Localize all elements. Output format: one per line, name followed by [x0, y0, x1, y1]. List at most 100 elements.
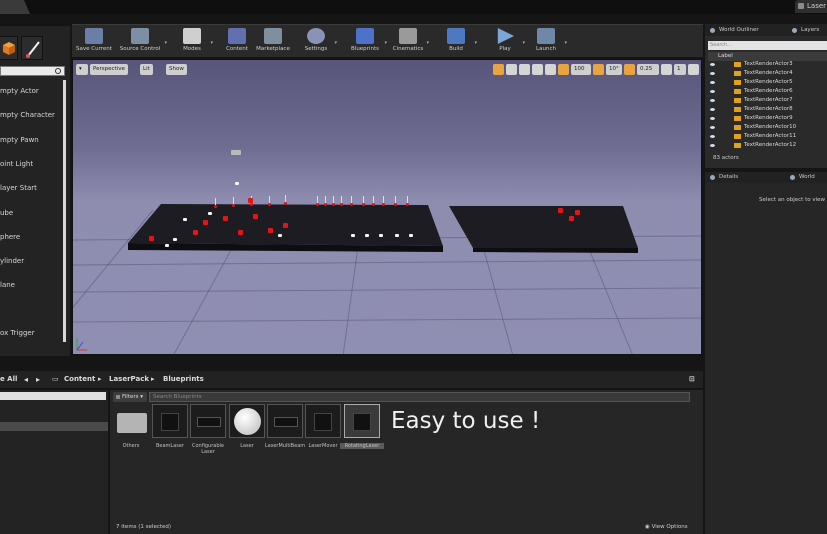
laser-emitter: [248, 198, 253, 203]
outliner-row[interactable]: TextRenderActor11: [708, 132, 827, 141]
mode-tabs: [0, 36, 48, 62]
asset-tile-selected[interactable]: RotatingLaser: [340, 404, 384, 458]
outliner-search-input[interactable]: Search...: [708, 41, 827, 50]
sphere-mesh-icon: [229, 404, 265, 438]
outliner-row[interactable]: TextRenderActor4: [708, 69, 827, 78]
nav-back-icon[interactable]: ◂: [24, 371, 28, 388]
folder-search-input[interactable]: [0, 392, 106, 400]
tab-world-outliner[interactable]: World Outliner: [707, 25, 759, 36]
cinematics-button[interactable]: Cinematics ▾: [390, 25, 429, 58]
source-control-button[interactable]: Source Control ▾: [116, 25, 167, 58]
save-icon: [85, 28, 103, 44]
place-search-input[interactable]: [0, 66, 65, 76]
paint-mode-icon[interactable]: [21, 36, 43, 60]
outliner-row[interactable]: TextRenderActor8: [708, 105, 827, 114]
place-item[interactable]: mpty Character: [0, 103, 62, 127]
laser-actor: [362, 196, 365, 206]
eye-icon[interactable]: [710, 99, 715, 102]
blueprint-search-input[interactable]: Search Blueprints: [149, 392, 690, 402]
outliner-row[interactable]: TextRenderActor5: [708, 78, 827, 87]
tab-world-settings[interactable]: World Setti: [787, 172, 827, 191]
editor-tab-laser[interactable]: Laser: [795, 0, 827, 13]
laser-emitter: [203, 220, 208, 225]
folder-icon: ▭: [52, 375, 59, 383]
filters-button[interactable]: Filters ▾: [113, 392, 147, 402]
breadcrumb-laserpack[interactable]: LaserPack: [109, 371, 149, 388]
marketplace-button[interactable]: Marketplace: [254, 25, 292, 58]
settings-button[interactable]: Settings ▾: [298, 25, 337, 58]
place-item[interactable]: ox Trigger: [0, 321, 62, 345]
asset-tile[interactable]: LaserMover: [305, 404, 341, 458]
outliner-row[interactable]: TextRenderActor6: [708, 87, 827, 96]
tab-layers[interactable]: Layers: [789, 25, 819, 36]
laser-actor: [340, 196, 343, 206]
level-icon: [798, 3, 804, 9]
level-viewport[interactable]: ▾ Perspective Lit Show 100 10° 0.25 1: [72, 59, 702, 355]
tab-details[interactable]: Details: [707, 172, 738, 183]
breadcrumb-blueprints[interactable]: Blueprints: [163, 371, 204, 388]
place-item[interactable]: lane: [0, 273, 62, 297]
laser-actor: [232, 197, 235, 207]
laser-prop: [235, 182, 239, 185]
place-item[interactable]: ube: [0, 201, 62, 225]
outliner-row[interactable]: TextRenderActor12: [708, 141, 827, 150]
eye-icon[interactable]: [710, 117, 715, 120]
nav-forward-icon[interactable]: ▸: [36, 371, 40, 388]
asset-tile[interactable]: LaserMultiBeam: [265, 404, 305, 458]
place-item[interactable]: mpty Actor: [0, 79, 62, 103]
content-browser-bar: e All ◂ ▸ ▭ Content ▸ LaserPack ▸ Bluepr…: [0, 371, 703, 388]
laser-emitter: [223, 216, 228, 221]
lock-icon[interactable]: ⊡: [689, 371, 695, 388]
laser-emitter: [253, 214, 258, 219]
launch-button[interactable]: Launch ▾: [528, 25, 567, 58]
text-actor-icon: [734, 71, 741, 76]
place-item[interactable]: ylinder: [0, 249, 62, 273]
place-item[interactable]: oint Light: [0, 152, 62, 176]
outliner-row[interactable]: TextRenderActor7: [708, 96, 827, 105]
play-button[interactable]: Play ▾: [488, 25, 525, 58]
asset-tile[interactable]: BeamLaser: [152, 404, 188, 458]
blueprints-button[interactable]: Blueprints ▾: [346, 25, 387, 58]
chevron-down-icon: ▾: [164, 40, 167, 46]
outliner-row[interactable]: TextRenderActor10: [708, 123, 827, 132]
globe-icon: [710, 28, 715, 33]
eye-icon[interactable]: [710, 90, 715, 93]
details-tabs: Details World Setti: [705, 172, 827, 191]
eye-icon[interactable]: [710, 72, 715, 75]
outliner-row[interactable]: TextRenderActor9: [708, 114, 827, 123]
laser-prop: [351, 234, 355, 237]
save-current-button[interactable]: Save Current: [74, 25, 114, 58]
asset-tile[interactable]: Others: [113, 404, 149, 458]
eye-icon[interactable]: [710, 126, 715, 129]
place-scrollbar[interactable]: [63, 80, 66, 342]
play-icon: [497, 28, 514, 44]
brush-icon: [26, 41, 40, 58]
text-actor-icon: [734, 98, 741, 103]
eye-icon[interactable]: [710, 135, 715, 138]
folder-tree-selected-row[interactable]: [0, 422, 108, 431]
place-item[interactable]: phere: [0, 225, 62, 249]
content-button[interactable]: Content: [219, 25, 255, 58]
eye-icon[interactable]: [710, 108, 715, 111]
save-all-button[interactable]: e All: [0, 371, 17, 388]
place-mode-icon[interactable]: [0, 36, 18, 60]
details-hint: Select an object to view: [759, 197, 825, 203]
eye-icon[interactable]: [710, 81, 715, 84]
modes-button[interactable]: Modes ▾: [174, 25, 213, 58]
place-item[interactable]: mpty Pawn: [0, 128, 62, 152]
asset-tile[interactable]: Laser: [229, 404, 265, 458]
place-item[interactable]: layer Start: [0, 176, 62, 200]
flat-mesh-icon: [190, 404, 226, 438]
eye-icon[interactable]: [710, 144, 715, 147]
details-icon: [710, 175, 715, 180]
filter-icon: [116, 395, 120, 399]
view-options-button[interactable]: ◉ View Options: [645, 524, 688, 530]
asset-tile[interactable]: Configurable Laser: [190, 404, 226, 458]
build-button[interactable]: Build ▾: [438, 25, 477, 58]
chevron-down-icon: ▾: [522, 40, 525, 46]
laser-prop: [379, 234, 383, 237]
breadcrumb-content[interactable]: Content: [64, 371, 95, 388]
outliner-row[interactable]: TextRenderActor3: [708, 60, 827, 69]
laser-actor: [394, 196, 397, 206]
eye-icon[interactable]: [710, 63, 715, 66]
